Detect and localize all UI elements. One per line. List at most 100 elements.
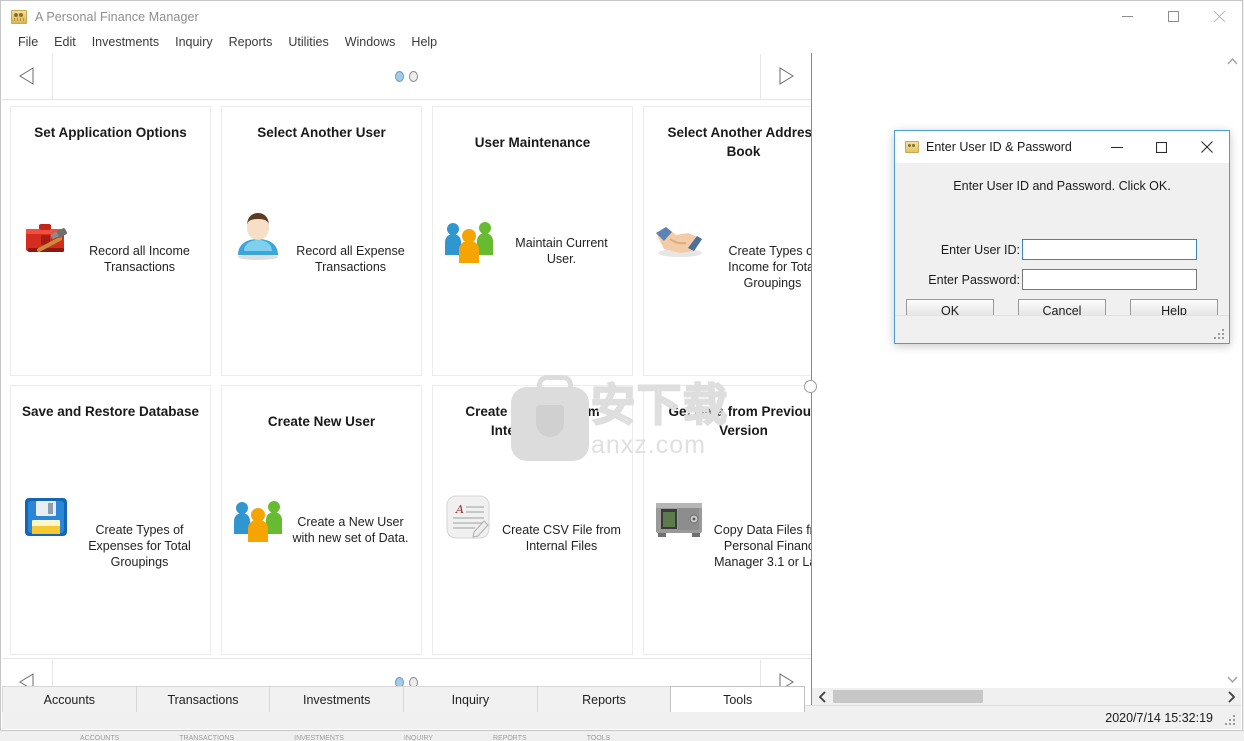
bg-tab-5: TOOLS xyxy=(586,735,611,741)
tool-card-select-another-user[interactable]: Select Another User Record all Expense T… xyxy=(221,106,422,376)
tools-pane: Set Application Options Record all Incom… xyxy=(2,53,817,705)
minimize-button[interactable] xyxy=(1104,1,1150,32)
carousel-nav-top xyxy=(2,53,811,100)
card-description: Maintain Current User. xyxy=(515,236,608,266)
menu-item-utilities[interactable]: Utilities xyxy=(280,34,336,50)
tab-transactions[interactable]: Transactions xyxy=(135,686,271,712)
money-icon xyxy=(11,9,27,24)
close-button[interactable] xyxy=(1196,1,1242,32)
tool-cards-row-2: Save and Restore Database Create Types o… xyxy=(10,385,811,655)
tool-cards-row-1: Set Application Options Record all Incom… xyxy=(10,106,811,376)
window-title: A Personal Finance Manager xyxy=(35,9,199,24)
card-title: Set Application Options xyxy=(34,125,187,140)
toolbox-icon xyxy=(19,211,75,263)
horizontal-scrollbar[interactable] xyxy=(812,688,1241,705)
hscroll-thumb[interactable] xyxy=(833,690,983,703)
menu-item-windows[interactable]: Windows xyxy=(337,34,404,50)
password-label: Enter Password: xyxy=(928,272,1020,287)
scroll-left-icon[interactable] xyxy=(812,688,833,705)
status-resize-grip[interactable] xyxy=(1225,715,1235,725)
menu-item-file[interactable]: File xyxy=(10,34,46,50)
tool-card-select-another-address-book[interactable]: Select Another Address Book Create Types… xyxy=(643,106,811,376)
bg-tab-1: TRANSACTIONS xyxy=(179,735,235,741)
money-icon xyxy=(905,141,919,153)
bg-tab-0: ACCOUNTS xyxy=(80,735,120,741)
menu-item-investments[interactable]: Investments xyxy=(84,34,167,50)
people-group-icon xyxy=(230,490,286,542)
card-description: Record all Income Transactions xyxy=(89,244,190,274)
tool-card-set-application-options[interactable]: Set Application Options Record all Incom… xyxy=(10,106,211,376)
bg-tab-2: INVESTMENTS xyxy=(294,735,344,741)
svg-text:A: A xyxy=(455,503,464,516)
card-description: Create Types of Income for Total Groupin… xyxy=(728,244,811,290)
card-title: Create New User xyxy=(267,414,376,429)
tool-card-get-data-from-previous-version[interactable]: Get Data from Previous Version Copy Data… xyxy=(643,385,811,655)
tool-card-create-csv-file[interactable]: Create CSV File from Internal Files A Cr… xyxy=(432,385,633,655)
tab-inquiry[interactable]: Inquiry xyxy=(403,686,538,712)
card-title: User Maintenance xyxy=(474,135,591,150)
background-window-tabs: ACCOUNTS TRANSACTIONS INVESTMENTS INQUIR… xyxy=(80,735,1180,741)
dialog-title-bar: Enter User ID & Password xyxy=(895,131,1229,163)
safe-box-icon xyxy=(652,490,708,542)
tab-investments[interactable]: Investments xyxy=(269,686,405,712)
user-id-row: Enter User ID: xyxy=(895,239,1229,260)
card-description: Copy Data Files from Personal Finance Ma… xyxy=(713,523,811,569)
menu-item-help[interactable]: Help xyxy=(403,34,445,50)
menu-item-inquiry[interactable]: Inquiry xyxy=(167,34,221,50)
carousel-next-top-button[interactable] xyxy=(760,53,811,99)
scroll-right-icon[interactable] xyxy=(1220,688,1241,705)
dialog-maximize-button[interactable] xyxy=(1139,131,1184,163)
maximize-button[interactable] xyxy=(1150,1,1196,32)
dialog-body: Enter User ID and Password. Click OK. En… xyxy=(895,163,1229,322)
card-description: Create a New User with new set of Data. xyxy=(292,515,409,545)
enter-user-id-password-dialog: Enter User ID & Password Enter User ID a… xyxy=(894,130,1230,344)
card-title: Select Another Address Book xyxy=(667,125,811,159)
card-title: Save and Restore Database xyxy=(21,404,200,419)
dialog-window-controls xyxy=(1094,131,1229,163)
bg-tab-4: REPORTS xyxy=(492,735,527,741)
card-title: Select Another User xyxy=(257,125,386,140)
tool-card-user-maintenance[interactable]: User Maintenance Maintain Current User. xyxy=(432,106,633,376)
title-bar: A Personal Finance Manager xyxy=(1,1,1242,32)
handshake-icon xyxy=(652,211,708,263)
password-input[interactable] xyxy=(1022,269,1197,290)
menu-item-reports[interactable]: Reports xyxy=(221,34,281,50)
tool-card-save-and-restore-database[interactable]: Save and Restore Database Create Types o… xyxy=(10,385,211,655)
user-avatar-icon xyxy=(230,211,286,263)
page-dot-2[interactable] xyxy=(409,70,418,82)
tab-tools[interactable]: Tools xyxy=(670,686,806,712)
people-group-icon xyxy=(441,211,497,263)
menu-bar: File Edit Investments Inquiry Reports Ut… xyxy=(1,32,1242,52)
tab-accounts[interactable]: Accounts xyxy=(2,686,137,712)
tool-card-create-new-user[interactable]: Create New User Create a New User with n… xyxy=(221,385,422,655)
carousel-prev-top-button[interactable] xyxy=(2,53,53,99)
pane-resize-handle[interactable] xyxy=(804,380,817,393)
card-title: Get Data from Previous Version xyxy=(668,404,811,438)
dialog-resize-grip[interactable] xyxy=(1214,329,1224,339)
status-clock: 2020/7/14 15:32:19 xyxy=(1105,710,1213,725)
carousel-page-dots-top xyxy=(53,54,760,99)
hscroll-track[interactable] xyxy=(833,688,1220,705)
card-description: Create Types of Expenses for Total Group… xyxy=(88,523,191,569)
bg-tab-3: INQUIRY xyxy=(403,735,433,741)
background-window-sliver: ACCOUNTS TRANSACTIONS INVESTMENTS INQUIR… xyxy=(0,730,1244,741)
dialog-title: Enter User ID & Password xyxy=(926,140,1072,154)
password-row: Enter Password: xyxy=(895,269,1229,290)
menu-item-edit[interactable]: Edit xyxy=(46,34,84,50)
scroll-down-icon[interactable] xyxy=(1224,671,1241,688)
main-window: A Personal Finance Manager File Edit Inv… xyxy=(0,0,1243,731)
dialog-close-button[interactable] xyxy=(1184,131,1229,163)
document-edit-icon: A xyxy=(441,490,497,542)
application-root: ACCOUNTS TRANSACTIONS INVESTMENTS INQUIR… xyxy=(0,0,1244,741)
dialog-footer xyxy=(895,315,1229,343)
scroll-up-icon[interactable] xyxy=(1224,53,1241,70)
user-id-input[interactable] xyxy=(1022,239,1197,260)
dialog-minimize-button[interactable] xyxy=(1094,131,1139,163)
user-id-label: Enter User ID: xyxy=(940,242,1020,257)
dialog-prompt: Enter User ID and Password. Click OK. xyxy=(953,179,1171,193)
window-controls xyxy=(1104,1,1242,32)
card-description: Record all Expense Transactions xyxy=(296,244,405,274)
floppy-disk-icon xyxy=(19,490,75,542)
tab-reports[interactable]: Reports xyxy=(536,686,672,712)
page-dot-1[interactable] xyxy=(395,70,404,82)
